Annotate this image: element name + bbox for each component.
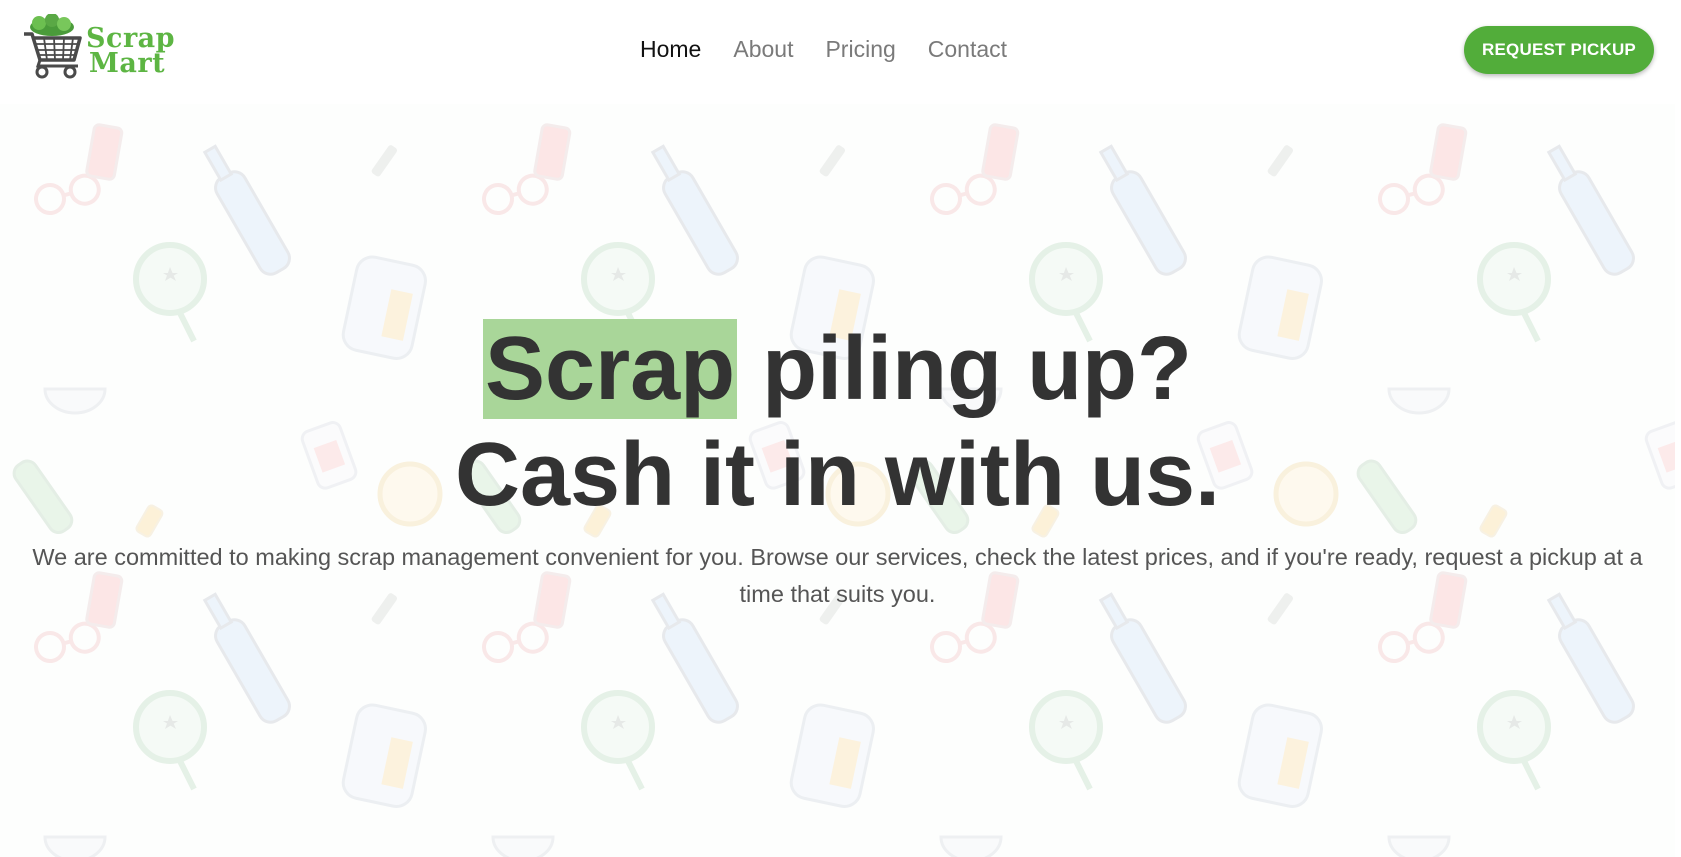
site-header: Scrap Mart Home About Pricing Contact RE… [0, 0, 1681, 104]
request-pickup-button[interactable]: REQUEST PICKUP [1464, 26, 1654, 74]
brand-name: Scrap Mart [86, 25, 175, 79]
hero-subtext: We are committed to making scrap managem… [32, 544, 1643, 607]
headline-rest: piling up? [737, 319, 1193, 419]
main-nav: Home About Pricing Contact [640, 34, 1007, 64]
hero-section: Scrap piling up? Cash it in with us. We … [0, 104, 1675, 857]
hero-headline: Scrap piling up? Cash it in with us. [0, 316, 1675, 528]
brand-name-line2: Mart [89, 48, 166, 79]
nav-contact[interactable]: Contact [928, 34, 1007, 64]
brand-logo[interactable]: Scrap Mart [22, 14, 175, 84]
nav-about[interactable]: About [733, 34, 793, 64]
headline-highlight: Scrap [482, 319, 738, 419]
headline-line2: Cash it in with us. [454, 425, 1221, 525]
nav-pricing[interactable]: Pricing [825, 34, 895, 64]
nav-home[interactable]: Home [640, 34, 701, 64]
